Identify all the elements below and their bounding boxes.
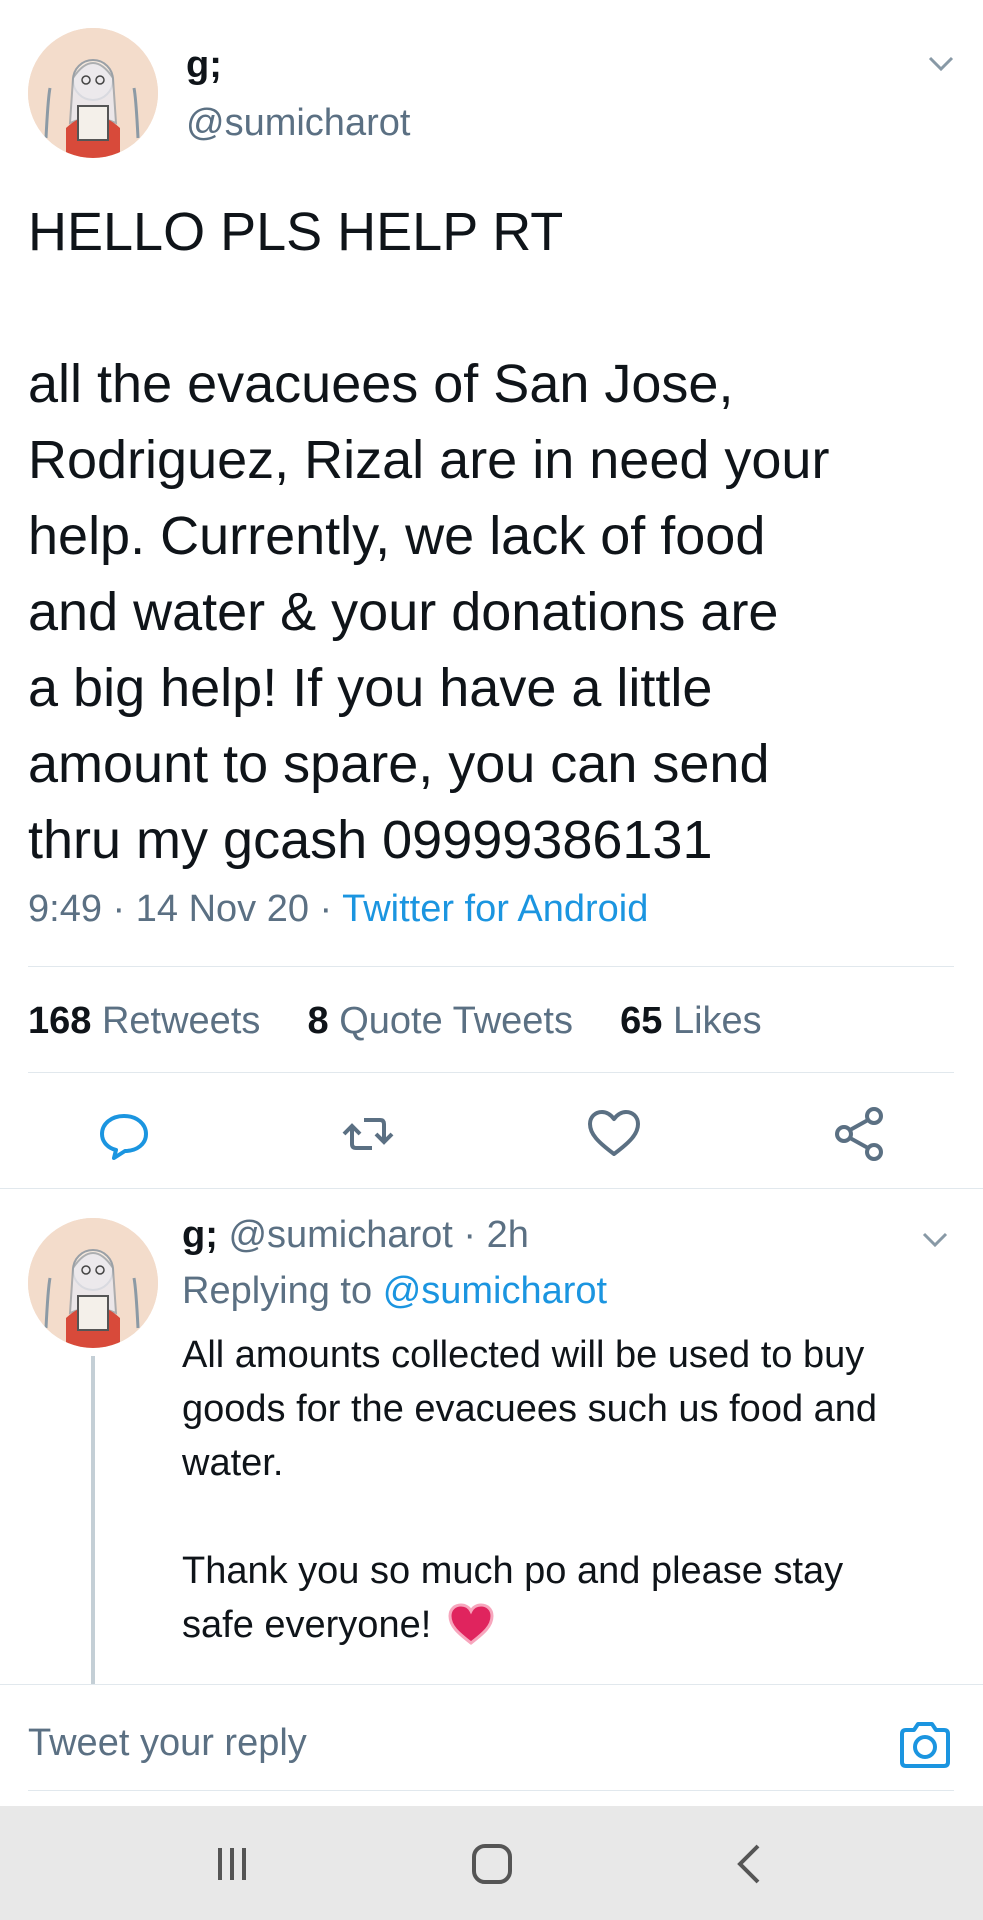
likes-label: Likes bbox=[672, 1000, 762, 1042]
meta-separator: · bbox=[463, 1214, 477, 1256]
reply-avatar[interactable] bbox=[28, 1218, 158, 1348]
reply-header: g; @sumicharot · 2h bbox=[182, 1214, 529, 1257]
replying-handle[interactable]: @sumicharot bbox=[383, 1270, 607, 1312]
avatar-illustration bbox=[28, 1218, 158, 1348]
reply-line: goods for the evacuees such us food and bbox=[182, 1388, 878, 1430]
reply-icon[interactable] bbox=[94, 1104, 154, 1164]
reply-input[interactable]: Tweet your reply bbox=[28, 1722, 307, 1765]
retweets-stat[interactable]: 168 Retweets bbox=[28, 1000, 260, 1042]
retweets-count: 168 bbox=[28, 1000, 92, 1042]
divider bbox=[28, 1072, 954, 1073]
reply-time[interactable]: 2h bbox=[487, 1214, 529, 1256]
heart-emoji-icon bbox=[448, 1603, 494, 1645]
reply-line: Thank you so much po and please stay bbox=[182, 1550, 844, 1592]
tweet-line: thru my gcash 09999386131 bbox=[28, 810, 713, 870]
tweet-line: help. Currently, we lack of food bbox=[28, 506, 766, 566]
replying-to: Replying to @sumicharot bbox=[182, 1270, 607, 1313]
reply-line: water. bbox=[182, 1442, 284, 1484]
share-icon[interactable] bbox=[830, 1104, 890, 1164]
back-icon[interactable] bbox=[730, 1842, 770, 1886]
meta-separator: · bbox=[319, 888, 333, 930]
tweet-line: and water & your donations are bbox=[28, 582, 779, 642]
tweet-line: all the evacuees of San Jose, bbox=[28, 354, 734, 414]
tweet-meta: 9:49 · 14 Nov 20 · Twitter for Android bbox=[28, 888, 648, 931]
tweet-date[interactable]: 14 Nov 20 bbox=[136, 888, 309, 930]
display-name[interactable]: g; bbox=[186, 44, 222, 87]
tweet-line: amount to spare, you can send bbox=[28, 734, 770, 794]
replying-label: Replying to bbox=[182, 1270, 373, 1312]
divider bbox=[0, 1188, 983, 1189]
meta-separator: · bbox=[112, 888, 126, 930]
tweet-body: all the evacuees of San Jose, Rodriguez,… bbox=[28, 346, 829, 878]
chevron-down-icon[interactable] bbox=[926, 52, 956, 76]
like-icon[interactable] bbox=[584, 1104, 644, 1164]
reply-handle[interactable]: @sumicharot bbox=[228, 1214, 452, 1256]
tweet-source[interactable]: Twitter for Android bbox=[342, 888, 648, 930]
reply-display-name[interactable]: g; bbox=[182, 1214, 218, 1256]
tweet-stats: 168 Retweets 8 Quote Tweets 65 Likes bbox=[28, 1000, 762, 1043]
tweet-text-heading: HELLO PLS HELP RT bbox=[28, 202, 564, 262]
divider bbox=[28, 966, 954, 967]
thread-line bbox=[91, 1356, 95, 1686]
input-underline bbox=[28, 1790, 954, 1791]
retweet-icon[interactable] bbox=[338, 1104, 398, 1164]
reply-line-last: safe everyone! bbox=[182, 1598, 877, 1652]
home-icon[interactable] bbox=[470, 1842, 514, 1886]
tweet-line: a big help! If you have a little bbox=[28, 658, 713, 718]
reply-line: All amounts collected will be used to bu… bbox=[182, 1334, 865, 1376]
likes-stat[interactable]: 65 Likes bbox=[620, 1000, 762, 1042]
chevron-down-icon[interactable] bbox=[920, 1228, 950, 1252]
quotes-label: Quote Tweets bbox=[339, 1000, 573, 1042]
recent-apps-icon[interactable] bbox=[212, 1844, 252, 1884]
likes-count: 65 bbox=[620, 1000, 663, 1042]
tweet-line: Rodriguez, Rizal are in need your bbox=[28, 430, 830, 490]
avatar[interactable] bbox=[28, 28, 158, 158]
system-navbar bbox=[0, 1806, 983, 1920]
retweets-label: Retweets bbox=[101, 1000, 261, 1042]
quotes-count: 8 bbox=[307, 1000, 329, 1042]
quotes-stat[interactable]: 8 Quote Tweets bbox=[308, 1000, 573, 1042]
avatar-illustration bbox=[28, 28, 158, 158]
reply-line: safe everyone! bbox=[182, 1604, 432, 1646]
reply-text: All amounts collected will be used to bu… bbox=[182, 1328, 877, 1652]
camera-icon[interactable] bbox=[898, 1720, 952, 1770]
tweet-time[interactable]: 9:49 bbox=[28, 888, 102, 930]
handle[interactable]: @sumicharot bbox=[186, 102, 410, 145]
